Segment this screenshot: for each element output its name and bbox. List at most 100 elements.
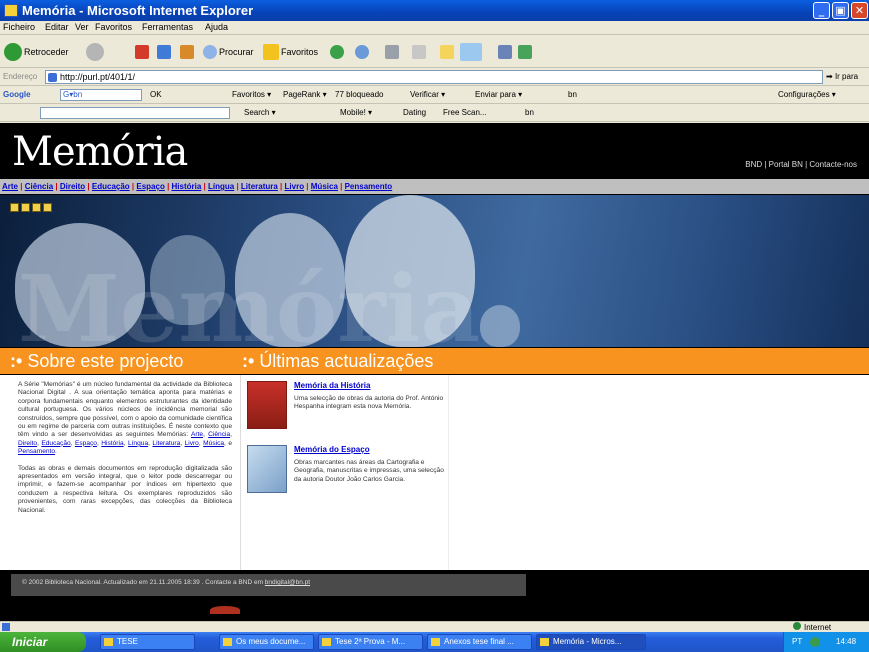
- menu-item-ajuda[interactable]: Ajuda: [205, 22, 228, 32]
- send-to-button[interactable]: Enviar para ▾: [475, 90, 522, 99]
- nav-link-3[interactable]: Educação: [92, 182, 130, 191]
- nav-link-5[interactable]: História: [172, 182, 202, 191]
- taskbar-item[interactable]: Os meus docume...: [219, 634, 314, 650]
- google-settings-button[interactable]: Configurações ▾: [778, 90, 836, 99]
- network-icon[interactable]: [810, 637, 820, 647]
- bn-highlight-button[interactable]: bn: [568, 90, 577, 99]
- free-scan-button[interactable]: Free Scan...: [443, 108, 487, 117]
- favorites-star-icon[interactable]: [263, 44, 279, 60]
- site-logo[interactable]: Memória: [12, 129, 188, 175]
- print-icon[interactable]: [385, 45, 399, 59]
- update-title[interactable]: Memória do Espaço: [294, 445, 370, 454]
- favorites-button-label[interactable]: Favoritos: [281, 47, 318, 57]
- nav-link-1[interactable]: Ciência: [25, 182, 53, 191]
- page-bottom: [0, 601, 869, 621]
- about-link-6[interactable]: Língua: [128, 440, 148, 447]
- maximize-button[interactable]: ▣: [832, 2, 849, 19]
- home-icon[interactable]: [180, 45, 194, 59]
- pagerank-button[interactable]: PageRank ▾: [283, 90, 327, 99]
- address-url[interactable]: http://purl.pt/401/1/: [60, 72, 135, 82]
- messenger-icon[interactable]: [460, 43, 482, 61]
- nav-link-10[interactable]: Pensamento: [345, 182, 393, 191]
- address-input[interactable]: http://purl.pt/401/1/: [45, 70, 823, 84]
- taskbar-item-label[interactable]: Tese 2ª Prova - M...: [335, 637, 405, 646]
- about-paragraph: Todas as obras e demais documentos em re…: [18, 464, 232, 514]
- mobile-button[interactable]: Mobile! ▾: [340, 108, 372, 117]
- mail-icon[interactable]: [32, 203, 41, 212]
- refresh-icon[interactable]: [157, 45, 171, 59]
- research-icon[interactable]: [498, 45, 512, 59]
- about-link-8[interactable]: Livro: [185, 440, 199, 447]
- menu-item-favoritos[interactable]: Favoritos: [95, 22, 132, 32]
- nav-link-0[interactable]: Arte: [2, 182, 18, 191]
- start-button[interactable]: Iniciar: [0, 632, 86, 652]
- about-link-9[interactable]: Música: [203, 440, 224, 447]
- toolbar-search-button[interactable]: Search ▾: [244, 108, 276, 117]
- coat-of-arms-thumbnail[interactable]: [247, 381, 287, 429]
- nav-link-4[interactable]: Espaço: [136, 182, 164, 191]
- menu-item-ferramentas[interactable]: Ferramentas: [142, 22, 193, 32]
- taskbar-item[interactable]: Tese 2ª Prova - M...: [318, 634, 423, 650]
- taskbar-item[interactable]: TESE: [100, 634, 195, 650]
- taskbar-item-label[interactable]: Anexos tese final ...: [444, 637, 514, 646]
- stop-icon[interactable]: [135, 45, 149, 59]
- history-icon[interactable]: [330, 45, 344, 59]
- word-icon: [322, 638, 331, 646]
- about-link-3[interactable]: Educação: [41, 440, 70, 447]
- about-link-2[interactable]: Direito: [18, 440, 37, 447]
- start-label[interactable]: Iniciar: [12, 635, 47, 649]
- about-link-0[interactable]: Arte: [191, 431, 203, 438]
- close-button[interactable]: ✕: [851, 2, 868, 19]
- nav-link-6[interactable]: Língua: [208, 182, 234, 191]
- spellcheck-button[interactable]: Verificar ▾: [410, 90, 445, 99]
- menu-item-ver[interactable]: Ver: [75, 22, 89, 32]
- about-link-4[interactable]: Espaço: [75, 440, 97, 447]
- print-icon[interactable]: [21, 203, 30, 212]
- back-button-label[interactable]: Retroceder: [24, 47, 69, 57]
- document-icon[interactable]: [43, 203, 52, 212]
- taskbar-item-label[interactable]: Memória - Micros...: [553, 637, 621, 646]
- google-ok-button[interactable]: OK: [150, 90, 162, 99]
- go-button-label[interactable]: Ir para: [835, 72, 858, 81]
- taskbar-item[interactable]: Anexos tese final ...: [427, 634, 532, 650]
- google-logo: Google: [3, 90, 31, 99]
- taskbar-item-active[interactable]: Memória - Micros...: [536, 634, 646, 650]
- go-button[interactable]: ➡ Ir para: [826, 72, 858, 81]
- folder-icon[interactable]: [440, 45, 454, 59]
- contacts-icon[interactable]: [518, 45, 532, 59]
- mail-icon[interactable]: [355, 45, 369, 59]
- google-favorites-button[interactable]: Favoritos ▾: [232, 90, 271, 99]
- nav-link-7[interactable]: Literatura: [241, 182, 278, 191]
- toolbar-search-input[interactable]: [40, 107, 230, 119]
- edit-icon[interactable]: [412, 45, 426, 59]
- update-title[interactable]: Memória da História: [294, 381, 370, 390]
- forward-arrow-icon[interactable]: [86, 43, 104, 61]
- menu-item-ficheiro[interactable]: Ficheiro: [3, 22, 35, 32]
- taskbar-item-label[interactable]: Os meus docume...: [236, 637, 305, 646]
- nav-link-2[interactable]: Direito: [60, 182, 85, 191]
- minimize-button[interactable]: _: [813, 2, 830, 19]
- dating-button[interactable]: Dating: [403, 108, 426, 117]
- footer-email-link[interactable]: bndigital@bn.pt: [265, 579, 310, 586]
- about-link-1[interactable]: Ciência: [208, 431, 230, 438]
- taskbar: Iniciar TESE Os meus docume... Tese 2ª P…: [0, 632, 869, 652]
- about-link-5[interactable]: História: [101, 440, 123, 447]
- google-search-value[interactable]: G▾bn: [63, 90, 82, 99]
- about-link-7[interactable]: Literatura: [152, 440, 180, 447]
- nav-link-9[interactable]: Música: [311, 182, 338, 191]
- about-link-last[interactable]: Pensamento: [18, 448, 55, 455]
- toolbar-bn-button[interactable]: bn: [525, 108, 534, 117]
- nav-link-8[interactable]: Livro: [285, 182, 305, 191]
- search-button-label[interactable]: Procurar: [219, 47, 254, 57]
- map-thumbnail[interactable]: [247, 445, 287, 493]
- top-links[interactable]: BND | Portal BN | Contacte-nos: [745, 160, 857, 169]
- save-icon[interactable]: [10, 203, 19, 212]
- back-arrow-icon[interactable]: [4, 43, 22, 61]
- google-search-input[interactable]: G▾bn: [60, 89, 142, 101]
- popup-blocked-counter[interactable]: 77 bloqueado: [335, 90, 384, 99]
- taskbar-item-label[interactable]: TESE: [117, 637, 138, 646]
- menu-item-editar[interactable]: Editar: [45, 22, 69, 32]
- nav-separator: |: [85, 182, 92, 191]
- language-indicator[interactable]: PT: [792, 637, 802, 646]
- search-icon[interactable]: [203, 45, 217, 59]
